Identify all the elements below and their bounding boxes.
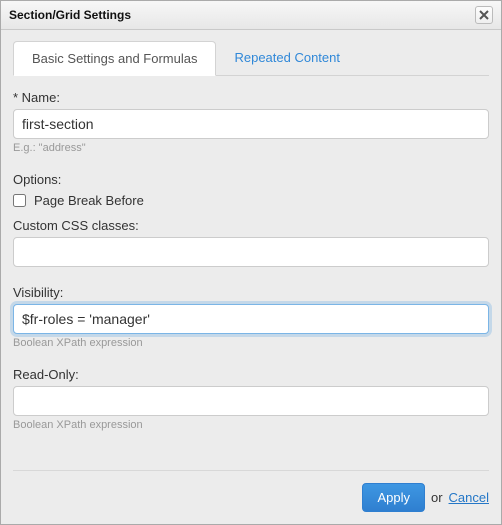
- tab-bar: Basic Settings and Formulas Repeated Con…: [13, 40, 489, 76]
- dialog-title: Section/Grid Settings: [9, 8, 131, 22]
- page-break-checkbox[interactable]: [13, 194, 26, 207]
- dialog: Section/Grid Settings Basic Settings and…: [0, 0, 502, 525]
- close-button[interactable]: [475, 6, 493, 24]
- dialog-footer: Apply or Cancel: [13, 470, 489, 512]
- visibility-input[interactable]: [13, 304, 489, 334]
- close-icon: [479, 10, 489, 20]
- titlebar: Section/Grid Settings: [1, 1, 501, 30]
- page-break-row: Page Break Before: [13, 193, 489, 208]
- name-input[interactable]: [13, 109, 489, 139]
- cancel-link[interactable]: Cancel: [449, 490, 489, 505]
- options-label: Options:: [13, 172, 489, 187]
- name-hint: E.g.: "address": [13, 142, 489, 154]
- name-label: Name:: [13, 90, 489, 105]
- form: Name: E.g.: "address" Options: Page Brea…: [13, 90, 489, 470]
- dialog-body: Basic Settings and Formulas Repeated Con…: [1, 30, 501, 524]
- apply-button[interactable]: Apply: [362, 483, 425, 512]
- page-break-label: Page Break Before: [34, 193, 144, 208]
- readonly-input[interactable]: [13, 386, 489, 416]
- visibility-label: Visibility:: [13, 285, 489, 300]
- readonly-hint: Boolean XPath expression: [13, 419, 489, 431]
- css-input[interactable]: [13, 237, 489, 267]
- tab-basic-settings[interactable]: Basic Settings and Formulas: [13, 41, 216, 76]
- visibility-hint: Boolean XPath expression: [13, 337, 489, 349]
- or-text: or: [431, 490, 443, 505]
- css-label: Custom CSS classes:: [13, 218, 489, 233]
- readonly-label: Read-Only:: [13, 367, 489, 382]
- tab-repeated-content[interactable]: Repeated Content: [216, 41, 358, 76]
